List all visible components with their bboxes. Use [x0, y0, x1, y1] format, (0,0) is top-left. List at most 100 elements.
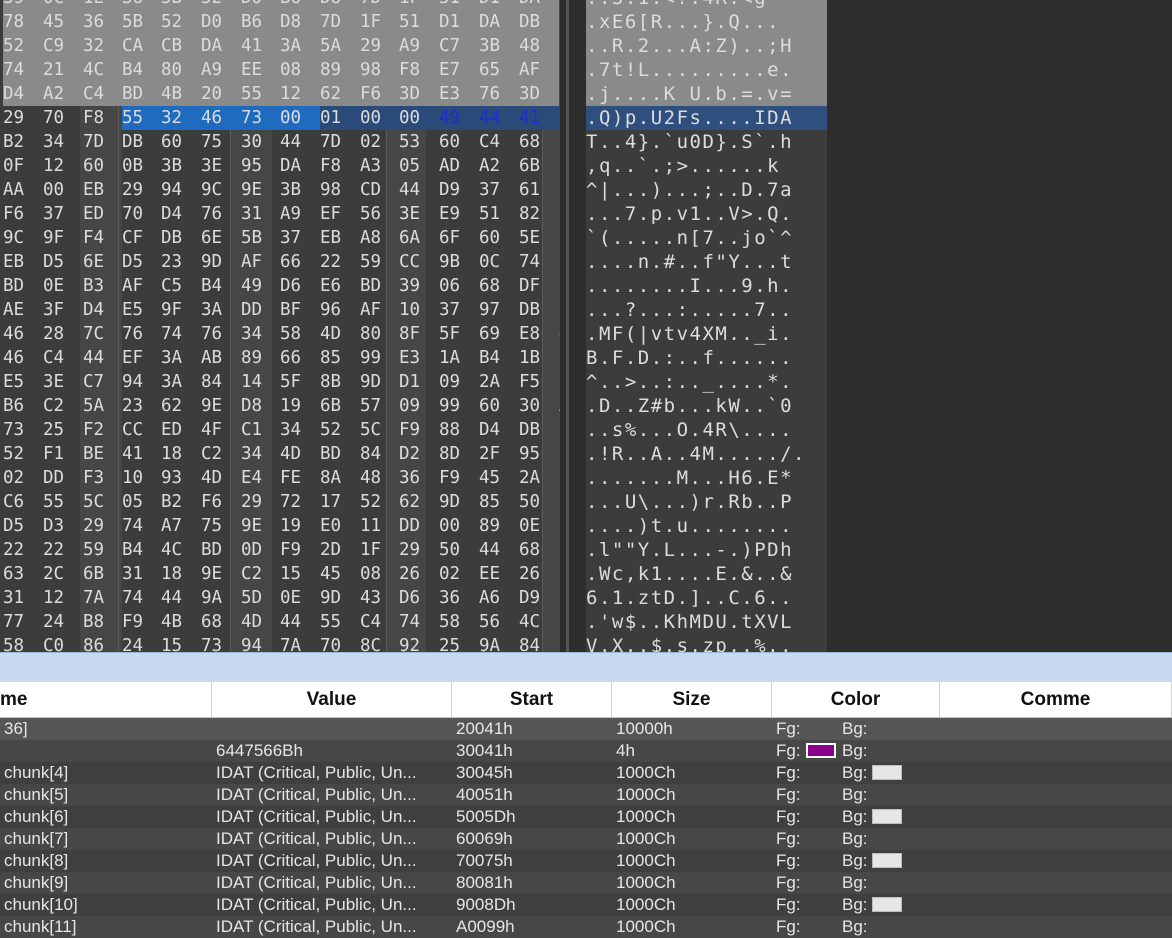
hex-byte[interactable]: CF	[122, 226, 162, 250]
hex-byte[interactable]: BD	[201, 538, 241, 562]
hex-byte[interactable]: 78	[3, 10, 43, 34]
table-row[interactable]: chunk[5] IDAT (Critical, Public, Un... 400…	[0, 784, 1172, 806]
hex-byte[interactable]: 3D	[519, 82, 559, 106]
hex-byte[interactable]: 66	[280, 346, 320, 370]
hex-byte[interactable]: 76	[479, 82, 519, 106]
hex-byte[interactable]: 8C	[360, 634, 400, 652]
hex-byte[interactable]: F8	[83, 106, 123, 130]
hex-byte[interactable]: 2A	[519, 466, 559, 490]
bg-color-swatch[interactable]	[872, 765, 902, 780]
hex-byte[interactable]: 00	[43, 178, 83, 202]
hex-byte[interactable]: 74	[122, 514, 162, 538]
ascii-row[interactable]: T..4}.`u0D}.S`.h	[586, 130, 827, 154]
hex-byte[interactable]: A9	[201, 58, 241, 82]
hex-byte[interactable]: 62	[320, 82, 360, 106]
hex-byte[interactable]: 74	[519, 250, 559, 274]
hex-byte[interactable]: 6E	[559, 442, 560, 466]
hex-byte[interactable]: 3E	[201, 154, 241, 178]
hex-byte[interactable]: 61	[519, 178, 559, 202]
hex-byte[interactable]: 89	[479, 514, 519, 538]
hex-byte[interactable]: 1F	[360, 538, 400, 562]
hex-row[interactable]: 02DDF310934DE4FE8A4836F9452A71	[0, 466, 560, 490]
hex-byte[interactable]: 49	[439, 106, 479, 130]
hex-row[interactable]: D5D32974A7759E19E011DD00890E7B	[0, 514, 560, 538]
hex-byte[interactable]: 59	[360, 250, 400, 274]
hex-byte[interactable]: B4	[122, 58, 162, 82]
hex-row[interactable]: 74214CB480A9EE088998F8E765AF1C	[0, 58, 560, 82]
column-header-comment[interactable]: Comme	[940, 682, 1172, 718]
hex-byte[interactable]: B6	[280, 0, 320, 10]
hex-byte[interactable]: 6B	[320, 394, 360, 418]
hex-byte[interactable]: 32	[161, 106, 201, 130]
bg-color-swatch[interactable]	[872, 809, 902, 824]
hex-byte[interactable]: 15	[161, 634, 201, 652]
hex-byte[interactable]: BD	[320, 442, 360, 466]
hex-byte[interactable]: AB	[201, 346, 241, 370]
hex-row[interactable]: E53EC7943A84145F8B9DD1092AF539	[0, 370, 560, 394]
hex-byte[interactable]: 6F	[439, 226, 479, 250]
hex-byte[interactable]: BD	[3, 274, 43, 298]
hex-byte[interactable]: 7C	[83, 322, 123, 346]
hex-byte[interactable]: 80	[161, 58, 201, 82]
hex-byte[interactable]: 55	[320, 610, 360, 634]
hex-byte[interactable]: 9E	[201, 562, 241, 586]
hex-row[interactable]: 390C1E365B52D0B6D87D1F51D1DADB	[0, 0, 560, 10]
ascii-row[interactable]: ....)t.u........	[586, 514, 827, 538]
hex-byte[interactable]: 50	[519, 490, 559, 514]
hex-byte[interactable]: 94	[161, 178, 201, 202]
hex-byte[interactable]: 29	[83, 514, 123, 538]
hex-byte[interactable]: 22	[3, 538, 43, 562]
ascii-row[interactable]: ^..>..:.._....*.	[586, 370, 827, 394]
ascii-row[interactable]: `(.....n[7..jo`^	[586, 226, 827, 250]
hex-row[interactable]: B6C25A23629ED8196B5709996030A4	[0, 394, 560, 418]
hex-byte[interactable]: 06	[559, 346, 560, 370]
hex-byte[interactable]: ED	[83, 202, 123, 226]
hex-byte[interactable]: 75	[201, 514, 241, 538]
hex-byte[interactable]: 37	[280, 226, 320, 250]
hex-byte[interactable]: E4	[241, 466, 281, 490]
hex-byte[interactable]: 46	[201, 106, 241, 130]
hex-byte[interactable]: 36	[439, 586, 479, 610]
hex-byte[interactable]: EF	[320, 202, 360, 226]
hex-byte[interactable]: 5F	[439, 322, 479, 346]
hex-byte[interactable]: 39	[399, 274, 439, 298]
hex-byte[interactable]: 6B	[519, 154, 559, 178]
hex-byte[interactable]: D4	[3, 82, 43, 106]
hex-byte[interactable]: A4	[559, 394, 560, 418]
hex-byte[interactable]: 8D	[439, 442, 479, 466]
bg-color-swatch[interactable]	[872, 853, 902, 868]
hex-byte[interactable]: 55	[122, 106, 162, 130]
hex-byte[interactable]: 34	[241, 322, 281, 346]
hex-byte[interactable]: C0	[43, 634, 83, 652]
hex-byte[interactable]: C4	[360, 610, 400, 634]
hex-byte[interactable]: B8	[83, 610, 123, 634]
ascii-row[interactable]: .MF(|vtv4XM.._i.	[586, 322, 827, 346]
hex-byte[interactable]: C6	[3, 490, 43, 514]
hex-byte[interactable]: 3B	[280, 178, 320, 202]
ascii-text-pane[interactable]: ..3.1.<?.4R.<g.xE6[R...}.Q.....R.2...A:Z…	[586, 0, 827, 652]
hex-byte[interactable]: D4	[83, 298, 123, 322]
hex-byte[interactable]: 0E	[280, 586, 320, 610]
hex-byte[interactable]: 73	[201, 634, 241, 652]
pane-divider[interactable]	[566, 0, 569, 652]
hex-byte[interactable]: 31	[559, 610, 560, 634]
table-row[interactable]: 36] 20041h 10000h Fg: Bg:	[0, 718, 1172, 740]
hex-byte[interactable]: F9	[122, 610, 162, 634]
hex-byte[interactable]: 41	[122, 442, 162, 466]
table-row[interactable]: chunk[9] IDAT (Critical, Public, Un... 800…	[0, 872, 1172, 894]
hex-byte[interactable]: 12	[43, 154, 83, 178]
hex-byte[interactable]: EF	[122, 346, 162, 370]
hex-byte[interactable]: 28	[43, 322, 83, 346]
hex-byte[interactable]: E7	[439, 58, 479, 82]
hex-byte[interactable]: 25	[43, 418, 83, 442]
hex-byte[interactable]: C8	[559, 490, 560, 514]
hex-byte[interactable]: 65	[559, 202, 560, 226]
hex-row[interactable]: 9C9FF4CFDB6E5B37EBA86A6F605E22	[0, 226, 560, 250]
hex-byte[interactable]: 09	[439, 370, 479, 394]
hex-byte[interactable]: D8	[320, 0, 360, 10]
ascii-row[interactable]: .!R..A..4M...../.	[586, 442, 827, 466]
hex-byte[interactable]: 0F	[3, 154, 43, 178]
hex-byte[interactable]: 19	[280, 514, 320, 538]
hex-byte[interactable]: 3A	[280, 34, 320, 58]
hex-byte[interactable]: 84	[201, 370, 241, 394]
